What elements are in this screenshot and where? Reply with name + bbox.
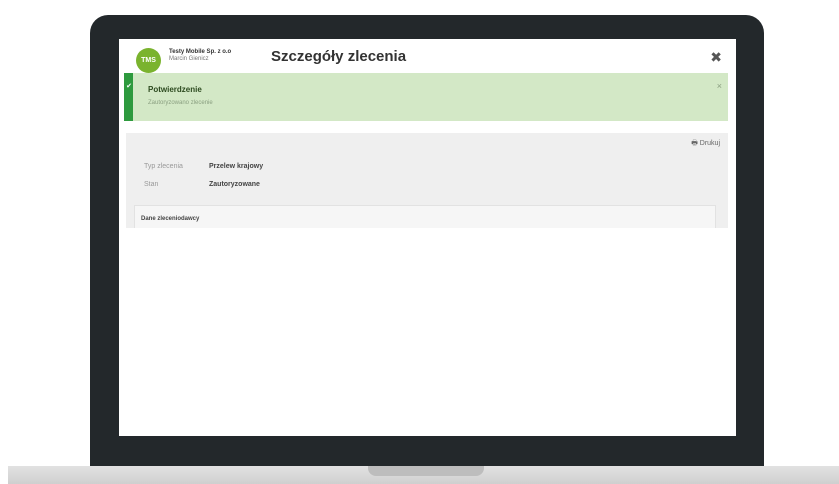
print-button[interactable]: 🖶 Drukuj [691, 139, 720, 150]
order-details-panel: 🖶 Drukuj Typ zlecenia Przelew krajowy St… [126, 133, 728, 228]
page-title: Szczegóły zlecenia [271, 48, 407, 65]
field-value-order-type: Przelew krajowy [209, 163, 264, 170]
company-logo: TMS [136, 48, 161, 73]
company-name: Testy Mobile Sp. z o.o [169, 49, 232, 55]
laptop-notch [368, 466, 484, 476]
confirmation-alert: ✔ Potwierdzenie Zautoryzowano zlecenie × [124, 73, 728, 121]
close-icon[interactable]: ✖ [710, 49, 722, 66]
check-icon: ✔ [126, 83, 132, 90]
app-header: TMS Testy Mobile Sp. z o.o Marcin Gienic… [119, 39, 736, 73]
alert-title: Potwierdzenie [148, 85, 202, 94]
field-value-status: Zautoryzowane [209, 181, 260, 188]
field-label-status: Stan [144, 181, 159, 188]
ordering-party-section: Dane zleceniodawcy [134, 205, 716, 228]
app-screen: TMS Testy Mobile Sp. z o.o Marcin Gienic… [119, 39, 736, 436]
alert-message: Zautoryzowano zlecenie [148, 100, 213, 106]
field-label-order-type: Typ zlecenia [144, 163, 183, 170]
user-name: Marcin Gienicz [169, 56, 209, 62]
section-title: Dane zleceniodawcy [141, 216, 200, 222]
alert-close-icon[interactable]: × [717, 81, 722, 91]
company-info: Testy Mobile Sp. z o.o Marcin Gienicz [169, 49, 231, 63]
